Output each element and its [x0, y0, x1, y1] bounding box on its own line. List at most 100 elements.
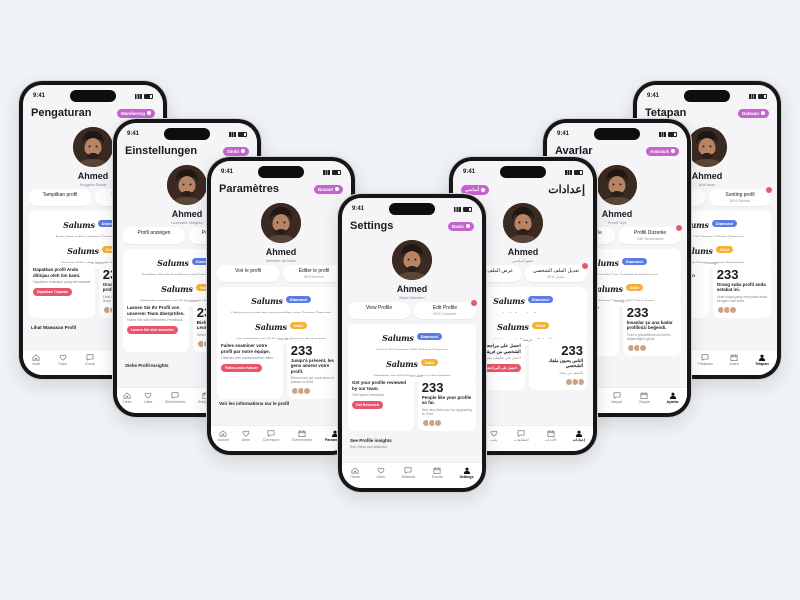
tab-settings[interactable]: Tetapan [755, 354, 769, 366]
status-icons [454, 206, 472, 212]
tab-home[interactable]: Accueil [217, 430, 229, 442]
profile-insights-link[interactable]: Voir les informations sur le profil [219, 401, 289, 406]
membership-pill[interactable]: Dakwan [737, 108, 769, 118]
get-reviewed-button[interactable]: Faites-vous évaluer [221, 363, 262, 372]
review-title: Lassen Sie Ihr Profil von unserem Team ü… [127, 305, 185, 316]
view-profile-button[interactable]: Profil anzeigen [123, 227, 185, 244]
membership-pill[interactable]: Mandiering [116, 108, 155, 118]
tab-matches[interactable]: Cocok [85, 354, 95, 366]
tab-matches[interactable]: التطابقات [514, 430, 529, 442]
chat-icon [701, 354, 709, 361]
tab-label: الأحداث [544, 438, 557, 442]
profile-insights-link[interactable]: Lihat Wawasan Profil [31, 325, 76, 330]
edit-profile-label: تعديل الملف الشخصي [532, 268, 580, 274]
liker-avatar [433, 418, 442, 427]
tab-matches[interactable]: Correspon [263, 430, 279, 442]
profile-insights-link[interactable]: See Profile insights [350, 438, 392, 443]
edit-profile-button[interactable]: Edit Profile 80% Complete [414, 300, 477, 319]
tab-events[interactable]: Acara [729, 354, 739, 366]
liker-avatar [638, 343, 647, 352]
likes-card[interactable]: 233 الناس يحبون ملفك الشخصي اكتشف من يحبك [528, 339, 587, 390]
view-profile-button[interactable]: Tampilkan profil [29, 189, 91, 206]
profile-insights-subtitle: See views and statistics [350, 445, 388, 449]
home-icon [351, 467, 359, 474]
gold-badge: Gold [289, 322, 307, 330]
membership-label: Dakwan [741, 110, 759, 116]
likes-count: 233 [716, 267, 739, 282]
gold-badge: Gold [625, 284, 643, 292]
signal-icon [659, 131, 666, 137]
profile-insights-link[interactable]: Siehe Profil-Insights [125, 363, 169, 368]
membership-pill[interactable]: Amiracık [645, 146, 679, 156]
membership-role: Basic Member [399, 295, 425, 300]
brand-logo: Salums [157, 258, 189, 268]
status-time: 9:41 [33, 93, 46, 99]
heart-icon [377, 467, 385, 474]
tab-likes[interactable]: Aime [242, 430, 250, 442]
get-reviewed-button[interactable]: احصل على المراجعة [483, 363, 521, 372]
tab-events[interactable]: Events [432, 467, 443, 479]
membership-pill[interactable]: Basant [313, 184, 343, 194]
likes-count: 233 [561, 343, 583, 358]
profile-actions: Voir le profil Éditer le profil 80% termin… [217, 263, 346, 282]
tab-events[interactable]: الأحداث [545, 430, 557, 442]
brand-logo: Salums [251, 296, 283, 306]
tab-home[interactable]: Heim [123, 392, 132, 404]
tab-events[interactable]: Olaylar [639, 392, 650, 404]
get-reviewed-button[interactable]: Lassen Sie sich bewerten [127, 325, 178, 334]
signal-icon [454, 206, 461, 212]
liker-avatars [290, 387, 341, 396]
tab-settings[interactable]: Ayarlar [666, 392, 679, 404]
status-icons [229, 131, 247, 137]
edit-profile-button[interactable]: Éditer le profil 80% terminé [283, 263, 346, 282]
edit-profile-button[interactable]: Sunting profil 80% Selesai [709, 187, 772, 206]
phone-screen: 9:41 Settings Basic Ahmed Basic Member View P… [342, 198, 482, 488]
membership-pill[interactable]: Basic [447, 221, 474, 231]
tab-matches[interactable]: Matches [402, 467, 415, 479]
tab-matches[interactable]: Padanan [698, 354, 713, 366]
tab-events[interactable]: Événements [292, 430, 312, 442]
tab-likes[interactable]: يحب [490, 430, 498, 442]
view-profile-button[interactable]: View Profile [348, 302, 410, 319]
membership-label: Basant [317, 186, 333, 192]
edit-profile-label: Sunting profil [725, 192, 755, 198]
chat-icon [171, 392, 179, 399]
tab-label: Likes [376, 475, 385, 479]
tab-settings[interactable]: Settings [459, 467, 474, 479]
tab-label: Olaylar [638, 400, 651, 404]
get-reviewed-button[interactable]: Dapatkan Tinjauan [33, 287, 73, 296]
edit-profile-button[interactable]: Profili Düzenle %80 Tamamlandı [619, 225, 682, 244]
likes-card[interactable]: 233 İnsanlar şu ana kadar profilinizi beğ… [622, 301, 681, 356]
dynamic-island [594, 128, 640, 140]
tab-home[interactable]: Home [350, 467, 360, 479]
tab-settings[interactable]: إعدادات [573, 430, 585, 442]
status-icons [135, 93, 153, 99]
tab-matches[interactable]: Streichhölzer [165, 392, 186, 404]
battery-icon [463, 206, 472, 212]
tab-likes[interactable]: Likes [144, 392, 152, 404]
tab-likes[interactable]: Suka [58, 354, 67, 366]
likes-subtitle: Gold'a yükselterek sizi kimin beğendiğin… [626, 332, 671, 341]
dynamic-island [70, 90, 116, 102]
tab-home[interactable]: Awal [32, 354, 40, 366]
membership-pill[interactable]: Simbi [222, 146, 249, 156]
get-reviewed-button[interactable]: Get Reviewed [352, 400, 383, 409]
edit-profile-button[interactable]: تعديل الملف الشخصي 80% مكتمل [525, 263, 588, 282]
edit-profile-label: Edit Profile [432, 305, 458, 311]
view-profile-button[interactable]: Voir le profil [217, 265, 279, 282]
likes-card[interactable]: 233 People like your profile so far. See w… [417, 376, 476, 431]
user-icon [480, 187, 485, 192]
brand-logo: Salums [386, 359, 418, 369]
tab-label: Heim [123, 400, 132, 404]
profile-name: Ahmed [396, 284, 428, 294]
phone-mockup-fr: 9:41 Paramètres Basant Ahmed Membre de base V… [206, 156, 356, 456]
likes-subtitle: See who likes you by Upgrading to Gold [421, 407, 472, 416]
view-profile-label: Tampilkan profil [42, 192, 78, 198]
likes-card[interactable]: 233 Orang suka profil anda setakat ini. Li… [712, 263, 771, 318]
tab-likes[interactable]: Likes [377, 467, 385, 479]
liker-avatars [716, 305, 767, 314]
tab-matches[interactable]: Maçlar [611, 392, 622, 404]
brand-row: Salums Gold [221, 317, 341, 335]
membership-label: Amiracık [649, 148, 669, 154]
tab-label: Aime [241, 438, 250, 442]
